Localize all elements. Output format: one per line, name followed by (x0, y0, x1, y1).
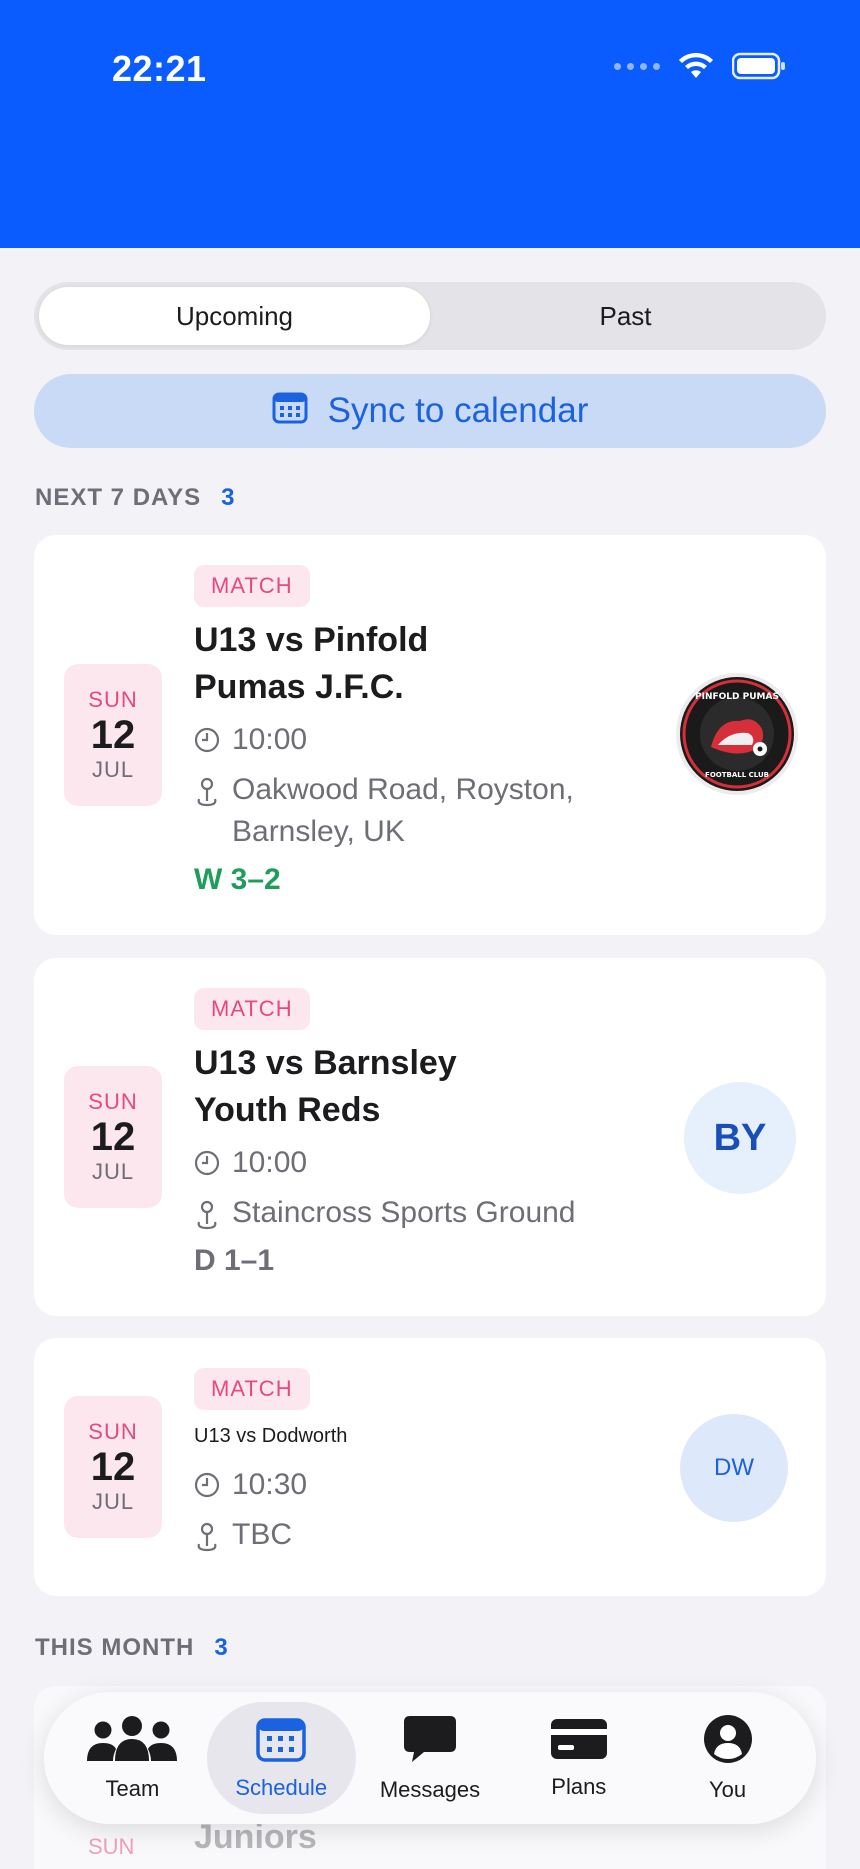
calendar-icon (272, 390, 308, 433)
tab-plans[interactable]: Plans (504, 1702, 653, 1814)
calendar-icon (256, 1716, 306, 1767)
date-dow: SUN (88, 1089, 138, 1114)
crest-bottom-text: FOOTBALL CLUB (705, 771, 769, 779)
event-title-line: U13 vs Barnsley (194, 1044, 457, 1082)
event-location: Oakwood Road, Royston, Barnsley, UK (194, 769, 574, 853)
team-icon (85, 1715, 179, 1768)
tab-label: Team (105, 1775, 160, 1801)
event-location-line: TBC (232, 1518, 292, 1551)
event-time-text: 10:30 (232, 1468, 308, 1501)
section-count: 3 (221, 484, 236, 511)
sync-calendar-label: Sync to calendar (327, 391, 589, 430)
status-time: 22:21 (112, 48, 207, 89)
event-title: U13 vs Dodworth (194, 1425, 348, 1447)
tab-label: Plans (551, 1773, 607, 1799)
date-month: JUL (91, 1159, 135, 1184)
event-title: U13 vs Barnsley Youth Reds (194, 1040, 576, 1134)
date-chip: SUN 12 JUL (64, 664, 162, 806)
signal-icon (614, 62, 660, 70)
date-dow-partial: SUN (88, 1834, 135, 1859)
event-location-line: Staincross Sports Ground (232, 1196, 576, 1229)
tab-messages[interactable]: Messages (356, 1702, 505, 1814)
event-card[interactable]: SUN 12 JUL MATCH U13 vs Dodworth 10:30 T… (34, 1338, 826, 1596)
event-details: MATCH U13 vs Barnsley Youth Reds 10:00 S… (194, 988, 576, 1278)
tab-label: Schedule (235, 1774, 328, 1800)
sync-calendar-button[interactable]: Sync to calendar (34, 374, 826, 448)
event-location: Staincross Sports Ground (194, 1192, 576, 1234)
event-result: W 3–2 (194, 863, 281, 896)
segmented-control: Upcoming Past (34, 282, 826, 350)
event-location-line: Barnsley, UK (232, 815, 405, 848)
section-title: THIS MONTH (35, 1634, 195, 1661)
wifi-icon (678, 52, 714, 80)
opponent-avatar: DW (680, 1414, 788, 1522)
event-title-line: Pumas J.F.C. (194, 668, 404, 706)
date-month: JUL (91, 757, 135, 782)
date-day: 12 (90, 1445, 136, 1489)
tab-label: You (709, 1776, 747, 1802)
person-icon (703, 1714, 753, 1769)
event-type-tag: MATCH (194, 1368, 310, 1410)
battery-icon (732, 52, 786, 80)
date-month: JUL (91, 1489, 135, 1514)
event-title-line: U13 vs Pinfold (194, 621, 429, 659)
status-icons (614, 52, 786, 80)
tab-bar: Team Schedule Messages Plans You (44, 1692, 816, 1824)
date-day: 12 (90, 713, 136, 757)
segment-past[interactable]: Past (430, 287, 821, 345)
section-header-next-7-days: NEXT 7 DAYS 3 (35, 484, 236, 512)
event-time-text: 10:00 (232, 1146, 308, 1179)
date-day: 12 (90, 1115, 136, 1159)
opponent-avatar: BY (684, 1082, 796, 1194)
status-bar: 22:21 (0, 0, 860, 248)
event-location-line: Oakwood Road, Royston, (232, 773, 574, 806)
date-dow: SUN (88, 1419, 138, 1444)
message-icon (402, 1714, 458, 1769)
tab-schedule[interactable]: Schedule (206, 1702, 356, 1814)
clock-icon (194, 1464, 220, 1498)
event-details: MATCH U13 vs Dodworth 10:30 TBC (194, 1368, 347, 1556)
crest-top-text: PINFOLD PUMAS (695, 692, 779, 702)
event-result: D 1–1 (194, 1244, 275, 1277)
location-pin-icon (194, 1514, 220, 1552)
tab-label: Messages (379, 1776, 481, 1802)
section-title: NEXT 7 DAYS (35, 484, 202, 511)
tab-you[interactable]: You (653, 1702, 802, 1814)
event-title-line: Youth Reds (194, 1091, 381, 1129)
event-type-tag: MATCH (194, 988, 310, 1030)
date-chip: SUN 12 JUL (64, 1066, 162, 1208)
clock-icon (194, 719, 220, 753)
date-chip: SUN 12 JUL (64, 1396, 162, 1538)
location-pin-icon (194, 769, 220, 807)
team-crest: PINFOLD PUMAS FOOTBALL CLUB (676, 673, 798, 795)
section-header-this-month: THIS MONTH 3 (35, 1634, 229, 1662)
tab-team[interactable]: Team (58, 1702, 207, 1814)
date-dow: SUN (88, 687, 138, 712)
event-card[interactable]: SUN 12 JUL MATCH U13 vs Pinfold Pumas J.… (34, 535, 826, 935)
event-time-text: 10:00 (232, 723, 308, 756)
location-pin-icon (194, 1192, 220, 1230)
clock-icon (194, 1142, 220, 1176)
event-card[interactable]: SUN 12 JUL MATCH U13 vs Barnsley Youth R… (34, 958, 826, 1316)
segment-upcoming[interactable]: Upcoming (39, 287, 430, 345)
event-time: 10:30 (194, 1464, 347, 1506)
event-location: TBC (194, 1514, 347, 1556)
event-time: 10:00 (194, 1142, 576, 1184)
section-count: 3 (214, 1634, 229, 1661)
event-title: U13 vs Pinfold Pumas J.F.C. (194, 617, 574, 711)
card-icon (550, 1717, 608, 1766)
event-time: 10:00 (194, 719, 574, 761)
event-type-tag: MATCH (194, 565, 310, 607)
event-details: MATCH U13 vs Pinfold Pumas J.F.C. 10:00 … (194, 565, 574, 897)
